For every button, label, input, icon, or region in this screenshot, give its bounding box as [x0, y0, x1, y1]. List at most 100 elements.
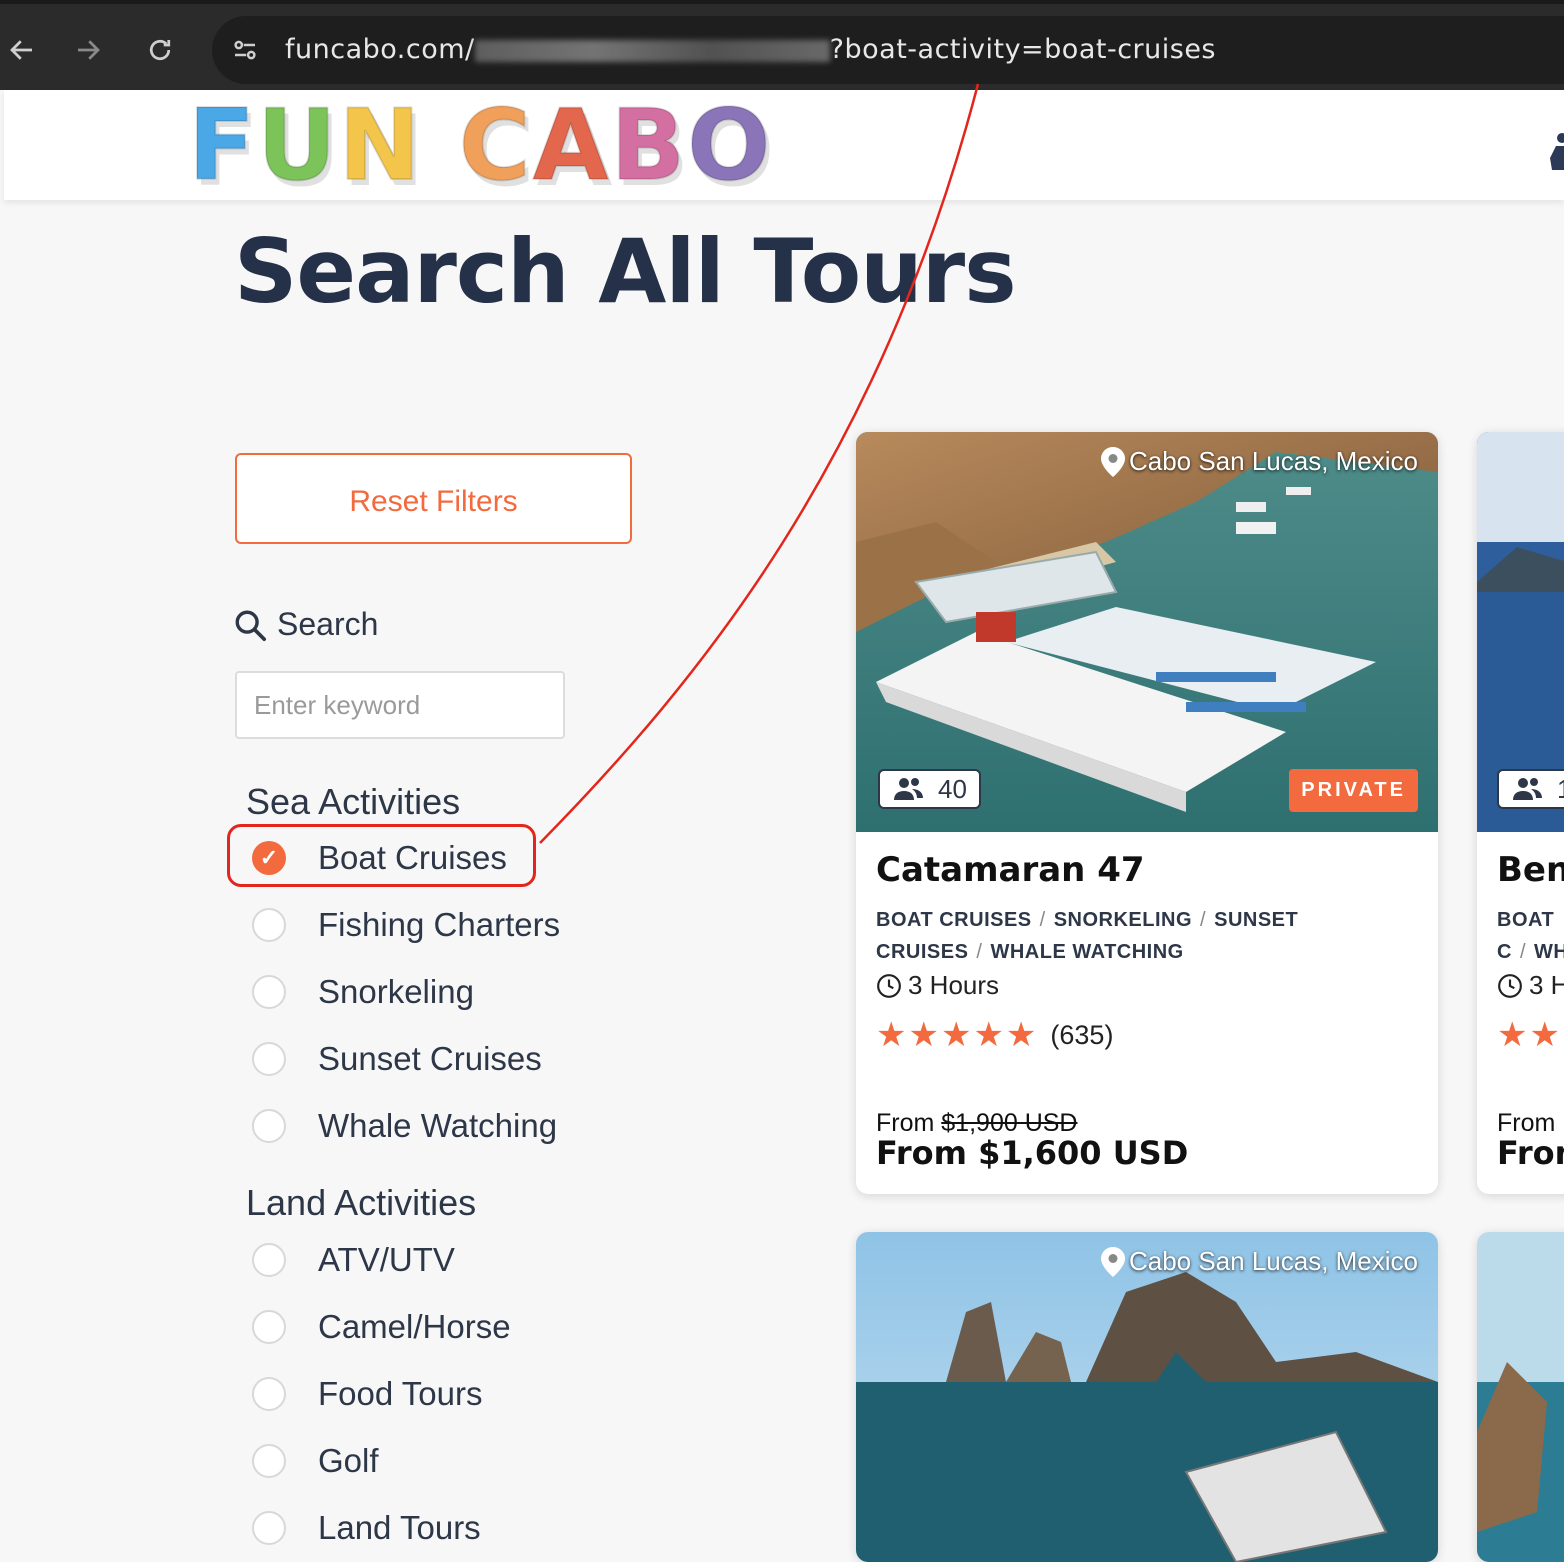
review-count: (635) [1050, 1019, 1114, 1050]
tour-duration: 3 H [1497, 970, 1564, 1001]
map-pin-icon [1100, 446, 1125, 477]
filter-label: Fishing Charters [318, 906, 561, 943]
filter-label: Whale Watching [318, 1107, 558, 1144]
arrow-left-icon [10, 40, 32, 60]
keyword-search-input[interactable] [235, 671, 565, 739]
category-separator: / [976, 941, 983, 963]
checkbox-empty-icon[interactable] [252, 1042, 286, 1076]
tour-category[interactable]: SNORKELING [1054, 909, 1192, 931]
browser-top-edge [0, 0, 1564, 4]
reset-filters-button[interactable]: Reset Filters [235, 453, 632, 544]
search-heading: Search [233, 606, 378, 643]
sale-price: From [1497, 1134, 1564, 1172]
location-label: Cabo San Lucas, Mexico [1100, 1246, 1418, 1277]
tour-title[interactable]: Catamaran 47 [876, 850, 1145, 890]
filter-option-land-tours[interactable]: Land Tours [252, 1503, 481, 1553]
tour-duration: 3 Hours [876, 970, 999, 1001]
url-text[interactable]: funcabo.com/ ?boat-activity=boat-cruises [285, 30, 1216, 70]
logo-letter: U [256, 89, 339, 203]
checkbox-empty-icon[interactable] [252, 1511, 286, 1545]
logo-letter: C [458, 89, 533, 203]
url-redacted-path [474, 39, 830, 62]
tour-card[interactable]: 1 Ben BOAT C/WHALE 3 H ★★ From From [1477, 432, 1564, 1194]
logo-letter [423, 89, 459, 203]
capacity-badge: 1 [1497, 769, 1564, 809]
tour-category[interactable]: WHALE [1534, 941, 1564, 963]
logo-letter: F [187, 89, 257, 203]
capacity-value: 1 [1557, 774, 1564, 805]
capacity-value: 40 [938, 773, 967, 804]
clock-icon [1498, 973, 1522, 998]
url-domain: funcabo.com/ [285, 34, 475, 65]
tour-title[interactable]: Ben [1497, 850, 1564, 890]
filter-label: Land Tours [318, 1509, 481, 1546]
filter-option-whale-watching[interactable]: Whale Watching [252, 1101, 557, 1151]
tune-icon[interactable] [230, 35, 260, 65]
category-separator: / [1200, 909, 1207, 931]
url-query: ?boat-activity=boat-cruises [829, 34, 1217, 65]
group-icon [1513, 778, 1542, 800]
clock-icon [877, 973, 901, 998]
site-logo[interactable]: FUN CABO [187, 95, 772, 197]
duration-text: 3 Hours [908, 970, 1000, 1000]
checkbox-empty-icon[interactable] [252, 1310, 286, 1344]
logo-letter: B [609, 89, 688, 203]
tour-rating: ★★ [1497, 1017, 1562, 1053]
tour-categories: BOAT C/WHALE [1497, 904, 1564, 968]
browser-toolbar: funcabo.com/ ?boat-activity=boat-cruises [0, 0, 1564, 90]
tour-rating: ★★★★★ (635) [876, 1017, 1113, 1053]
category-separator: / [1519, 941, 1527, 963]
filter-option-fishing-charters[interactable]: Fishing Charters [252, 900, 560, 950]
user-icon[interactable] [1546, 130, 1564, 178]
tour-image-partial-2[interactable] [1477, 1232, 1564, 1562]
filter-option-food-tours[interactable]: Food Tours [252, 1369, 482, 1419]
original-price: $1,900 USD [941, 1109, 1078, 1137]
checkbox-empty-icon[interactable] [252, 1109, 286, 1143]
logo-letter: N [338, 89, 423, 203]
group-icon [894, 778, 923, 800]
duration-text: 3 H [1529, 970, 1564, 1000]
star-rating: ★★★★★ [876, 1016, 1039, 1054]
location-label: Cabo San Lucas, Mexico [1100, 446, 1418, 477]
annotation-highlight-box [227, 824, 536, 887]
filter-option-snorkeling[interactable]: Snorkeling [252, 967, 474, 1017]
land-activities-title: Land Activities [246, 1182, 477, 1223]
checkbox-empty-icon[interactable] [252, 1243, 286, 1277]
magnifier-icon [235, 610, 267, 641]
filter-label: Golf [318, 1442, 379, 1479]
tour-categories: BOAT CRUISES / SNORKELING / SUNSET CRUISES / W… [876, 904, 1426, 968]
arrow-right-icon [78, 40, 100, 60]
checkbox-empty-icon[interactable] [252, 908, 286, 942]
logo-letter: O [686, 89, 773, 203]
sea-activities-title: Sea Activities [246, 781, 461, 822]
checkbox-empty-icon[interactable] [252, 1377, 286, 1411]
filter-label: ATV/UTV [318, 1241, 455, 1278]
reload-icon [149, 39, 171, 61]
tour-card[interactable] [1477, 1232, 1564, 1562]
filter-label: Snorkeling [318, 973, 474, 1010]
filter-option-camel-horse[interactable]: Camel/Horse [252, 1302, 511, 1352]
filter-option-sunset-cruises[interactable]: Sunset Cruises [252, 1034, 542, 1084]
reload-button[interactable] [138, 28, 182, 72]
tour-card[interactable]: Cabo San Lucas, Mexico 40 PRIVATE Catama… [856, 432, 1438, 1194]
tour-card[interactable]: Cabo San Lucas, Mexico [856, 1232, 1438, 1562]
back-button[interactable] [0, 28, 44, 72]
tour-image-arch[interactable] [856, 1232, 1438, 1562]
filter-option-atv-utv[interactable]: ATV/UTV [252, 1235, 455, 1285]
private-badge: PRIVATE [1289, 769, 1418, 812]
filter-option-golf[interactable]: Golf [252, 1436, 379, 1486]
tour-category[interactable]: BOAT CRUISES [876, 909, 1032, 931]
location-text: Cabo San Lucas, Mexico [1128, 1246, 1418, 1276]
checkbox-empty-icon[interactable] [252, 975, 286, 1009]
map-pin-icon [1100, 1246, 1125, 1277]
filter-label: Sunset Cruises [318, 1040, 542, 1077]
star-rating: ★★ [1497, 1016, 1562, 1054]
checkbox-empty-icon[interactable] [252, 1444, 286, 1478]
logo-letter: A [532, 89, 611, 203]
category-separator: / [1039, 909, 1046, 931]
sale-price: From $1,600 USD [876, 1134, 1189, 1172]
location-text: Cabo San Lucas, Mexico [1128, 446, 1418, 476]
from-label: From [1497, 1109, 1556, 1137]
tour-category[interactable]: WHALE WATCHING [990, 941, 1183, 963]
forward-button[interactable] [66, 28, 110, 72]
